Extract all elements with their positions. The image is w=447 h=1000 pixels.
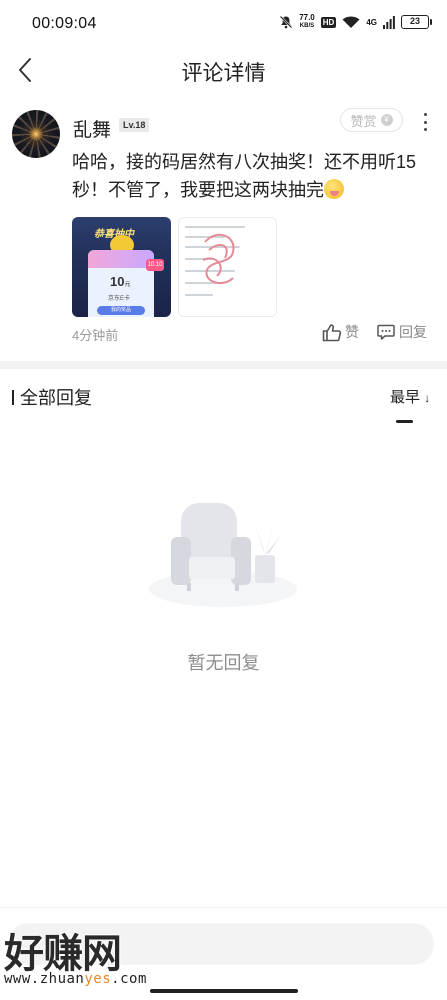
prize-side-tag: 10.10 bbox=[146, 259, 164, 271]
network-type: 4G bbox=[366, 17, 377, 27]
coin-icon: ¥ bbox=[380, 114, 393, 126]
status-bar: 00:09:04 77.0 KB/S HD 4G 23 bbox=[0, 0, 447, 50]
like-button[interactable]: 赞 bbox=[322, 322, 359, 342]
wifi-icon bbox=[342, 16, 360, 28]
empty-state-text: 暂无回复 bbox=[187, 653, 260, 673]
home-indicator[interactable] bbox=[150, 989, 298, 993]
reply-bar: 好赚网 www.zhuanyes.com bbox=[0, 907, 447, 1000]
reply-label: 回复 bbox=[399, 324, 427, 340]
page-title: 评论详情 bbox=[181, 62, 266, 85]
image-thumbnail-document[interactable] bbox=[178, 217, 277, 317]
doc-line bbox=[185, 226, 245, 228]
like-label: 赞 bbox=[345, 324, 359, 340]
level-badge: Lv.18 bbox=[119, 118, 150, 132]
network-speed: 77.0 KB/S bbox=[299, 14, 315, 30]
thumbs-up-icon bbox=[322, 323, 342, 341]
reply-button[interactable]: 回复 bbox=[377, 322, 427, 342]
sort-label: 最早 bbox=[390, 389, 421, 406]
prize-card-header bbox=[88, 250, 154, 268]
speed-unit: KB/S bbox=[299, 23, 315, 29]
watermark-url-suffix: .com bbox=[111, 971, 147, 987]
signal-icon bbox=[383, 15, 395, 29]
battery-indicator: 23 bbox=[401, 15, 432, 29]
top-nav-bar: 评论详情 bbox=[0, 50, 447, 90]
prize-button: 我的奖品 bbox=[97, 306, 145, 315]
dot-icon bbox=[423, 120, 427, 124]
section-divider bbox=[0, 361, 447, 369]
hd-badge: HD bbox=[320, 16, 337, 28]
more-options-button[interactable] bbox=[418, 111, 432, 133]
all-replies-title: 全部回复 bbox=[12, 384, 92, 410]
speed-value: 77.0 bbox=[299, 13, 315, 22]
face-with-tongue-emoji bbox=[324, 179, 344, 199]
watermark-url: www.zhuanyes.com bbox=[4, 971, 147, 987]
comment-card: 乱舞 Lv.18 赞赏 ¥ 哈哈，接的码居然有八次抽奖！还不用听15秒！不管了，… bbox=[0, 104, 447, 354]
image-thumbnail-prize[interactable]: 恭喜抽中 10元 京东E卡 我的奖品 10.10 bbox=[72, 217, 171, 317]
status-icons: 77.0 KB/S HD 4G 23 bbox=[279, 14, 432, 30]
tip-label: 赞赏 bbox=[350, 113, 377, 129]
doc-line bbox=[185, 294, 213, 296]
comment-time: 4分钟前 bbox=[72, 328, 119, 343]
prize-amount-value: 10 bbox=[110, 274, 125, 289]
redaction-scribble bbox=[202, 233, 235, 285]
prize-card: 10元 京东E卡 我的奖品 bbox=[88, 250, 154, 317]
prize-label: 京东E卡 bbox=[108, 296, 131, 302]
watermark-url-prefix: www.zhuan bbox=[4, 971, 85, 987]
tip-button[interactable]: 赞赏 ¥ bbox=[340, 108, 403, 132]
battery-level: 23 bbox=[409, 16, 420, 26]
dot-icon bbox=[423, 113, 427, 116]
status-time: 00:09:04 bbox=[32, 15, 97, 32]
sort-earliest-tab[interactable]: 最早 ↓ bbox=[390, 386, 430, 407]
comment-images: 恭喜抽中 10元 京东E卡 我的奖品 10.10 bbox=[72, 217, 277, 317]
comment-bubble-icon bbox=[377, 324, 395, 340]
empty-chair-illustration bbox=[149, 503, 297, 607]
comment-body: 哈哈，接的码居然有八次抽奖！还不用听15秒！不管了，我要把这两块抽完 bbox=[72, 152, 417, 200]
comment-text: 哈哈，接的码居然有八次抽奖！还不用听15秒！不管了，我要把这两块抽完 bbox=[72, 148, 434, 204]
sort-underline bbox=[396, 420, 413, 423]
avatar[interactable] bbox=[12, 110, 60, 158]
prize-amount-unit: 元 bbox=[124, 282, 131, 288]
user-name[interactable]: 乱舞 bbox=[73, 115, 111, 142]
dot-icon bbox=[423, 128, 427, 131]
watermark-url-highlight: yes bbox=[84, 971, 112, 987]
replies-header: 全部回复 最早 ↓ bbox=[0, 380, 447, 426]
watermark-logo: 好赚网 www.zhuanyes.com bbox=[2, 921, 192, 991]
prize-amount: 10元 bbox=[110, 274, 130, 289]
mute-bell-icon bbox=[279, 15, 293, 29]
arrow-down-icon: ↓ bbox=[424, 391, 431, 405]
